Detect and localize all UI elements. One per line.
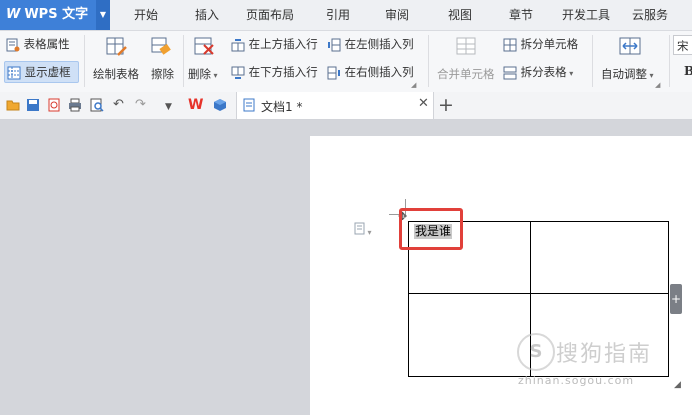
document-workspace [0, 120, 692, 415]
tab-developer[interactable]: 开发工具 [562, 0, 610, 30]
menu-bar: W WPS 文字 ▼ 开始 插入 页面布局 引用 审阅 视图 章节 开发工具 云服… [0, 0, 692, 31]
table-properties-icon [6, 38, 20, 51]
tab-review[interactable]: 审阅 [385, 0, 409, 30]
redo-icon[interactable]: ↷ [135, 98, 146, 112]
open-folder-icon[interactable] [6, 98, 21, 116]
ribbon: 表格属性 显示虚框 绘制表格 擦除 删除 ▾ 在上方插入行 在下方插入行 在左侧… [0, 31, 692, 93]
export-pdf-icon[interactable] [47, 98, 61, 116]
chevron-down-icon: ▾ [647, 71, 654, 80]
tab-cloud[interactable]: 云服务 [632, 0, 668, 30]
bold-button[interactable]: B [684, 64, 692, 78]
auto-fit-dropdown-button[interactable]: 自动调整 ▾ [601, 66, 654, 82]
insert-row-below-icon [231, 66, 245, 79]
tab-page-layout[interactable]: 页面布局 [246, 0, 294, 30]
customize-dropdown-icon[interactable]: ▼ [165, 100, 172, 114]
print-icon[interactable] [68, 98, 82, 116]
ribbon-separator [183, 35, 184, 87]
show-gridlines-label: 显示虚框 [24, 65, 71, 79]
tab-references[interactable]: 引用 [326, 0, 350, 30]
add-column-button[interactable]: + [670, 284, 682, 314]
rows-cols-launcher-icon[interactable]: ◢ [411, 81, 416, 89]
tab-insert[interactable]: 插入 [195, 0, 219, 30]
save-icon[interactable] [26, 98, 40, 116]
auto-fit-label: 自动调整 [601, 67, 647, 81]
app-name: WPS 文字 [24, 7, 89, 22]
print-preview-icon[interactable] [90, 98, 104, 116]
wps-logo-icon[interactable]: W [188, 98, 203, 112]
close-icon[interactable]: ✕ [418, 96, 429, 111]
delete-label: 删除 [188, 67, 211, 81]
tab-sections[interactable]: 章节 [509, 0, 533, 30]
insert-row-above-icon [231, 38, 245, 51]
split-cells-label: 拆分单元格 [520, 37, 579, 51]
font-name-value: 宋 [677, 39, 689, 53]
table-resize-handle-icon[interactable]: ◢ [674, 380, 681, 390]
auto-fit-launcher-icon[interactable]: ◢ [655, 81, 660, 89]
highlight-annotation [399, 208, 463, 250]
document-icon [243, 98, 256, 115]
insert-col-right-label: 在右侧插入列 [344, 65, 414, 79]
insert-row-below-button[interactable]: 在下方插入行 [231, 64, 318, 80]
insert-row-above-label: 在上方插入行 [248, 37, 318, 51]
document-page[interactable] [310, 136, 692, 415]
sogou-watermark-logo: S [517, 333, 555, 371]
delete-icon[interactable] [193, 35, 215, 60]
tab-view[interactable]: 视图 [448, 0, 472, 30]
split-table-icon [503, 66, 517, 79]
table-border-right [668, 221, 669, 377]
app-menu-button[interactable]: W WPS 文字 [0, 0, 96, 30]
split-table-label: 拆分表格 [520, 65, 567, 79]
split-cells-button[interactable]: 拆分单元格 [503, 36, 578, 52]
merge-cells-icon [455, 35, 477, 60]
font-name-select[interactable]: 宋 [673, 35, 692, 55]
quick-access-bar: ↶ ↷ ▼ W 文档1 * ✕ + [0, 92, 692, 120]
insert-row-above-button[interactable]: 在上方插入行 [231, 36, 318, 52]
table-properties-label: 表格属性 [23, 37, 70, 51]
insert-col-right-icon [327, 66, 340, 79]
app-dropdown-icon[interactable]: ▼ [96, 0, 110, 30]
insert-col-left-button[interactable]: 在左侧插入列 [327, 36, 414, 52]
show-gridlines-button[interactable]: 显示虚框 [7, 64, 71, 80]
ribbon-separator [669, 35, 670, 87]
draw-table-label[interactable]: 绘制表格 [93, 66, 139, 82]
eraser-icon[interactable] [150, 35, 172, 60]
merge-cells-label: 合并单元格 [437, 67, 495, 81]
watermark-url: zhinan.sogou.com [518, 374, 635, 387]
gridlines-icon [7, 66, 21, 79]
draw-table-icon[interactable] [105, 35, 127, 60]
insert-col-right-button[interactable]: 在右侧插入列 [327, 64, 414, 80]
undo-icon[interactable]: ↶ [113, 98, 124, 112]
eraser-label[interactable]: 擦除 [151, 66, 174, 82]
chevron-down-icon: ▾ [211, 71, 218, 80]
table-properties-button[interactable]: 表格属性 [6, 36, 70, 52]
auto-fit-icon[interactable] [618, 35, 642, 60]
cube-icon[interactable] [213, 98, 227, 116]
delete-dropdown-button[interactable]: 删除 ▾ [188, 66, 218, 82]
insert-col-left-label: 在左侧插入列 [344, 37, 414, 51]
table-border-middle [408, 293, 669, 294]
tab-home[interactable]: 开始 [134, 0, 158, 30]
insert-row-below-label: 在下方插入行 [248, 65, 318, 79]
new-tab-icon[interactable]: + [438, 93, 454, 117]
paragraph-options-icon[interactable]: ▾ [354, 222, 372, 238]
document-tab[interactable]: 文档1 * ✕ [236, 92, 434, 119]
split-table-button[interactable]: 拆分表格 ▾ [503, 64, 573, 80]
watermark-text: 搜狗指南 [556, 342, 653, 367]
split-cells-icon [503, 38, 517, 51]
insert-col-left-icon [328, 38, 341, 51]
ribbon-separator [592, 35, 593, 87]
chevron-down-icon: ▾ [566, 69, 574, 78]
ribbon-separator [84, 35, 85, 87]
document-tab-title: 文档1 * [261, 100, 303, 114]
ribbon-separator [428, 35, 429, 87]
wps-logo-icon: W [6, 7, 21, 22]
